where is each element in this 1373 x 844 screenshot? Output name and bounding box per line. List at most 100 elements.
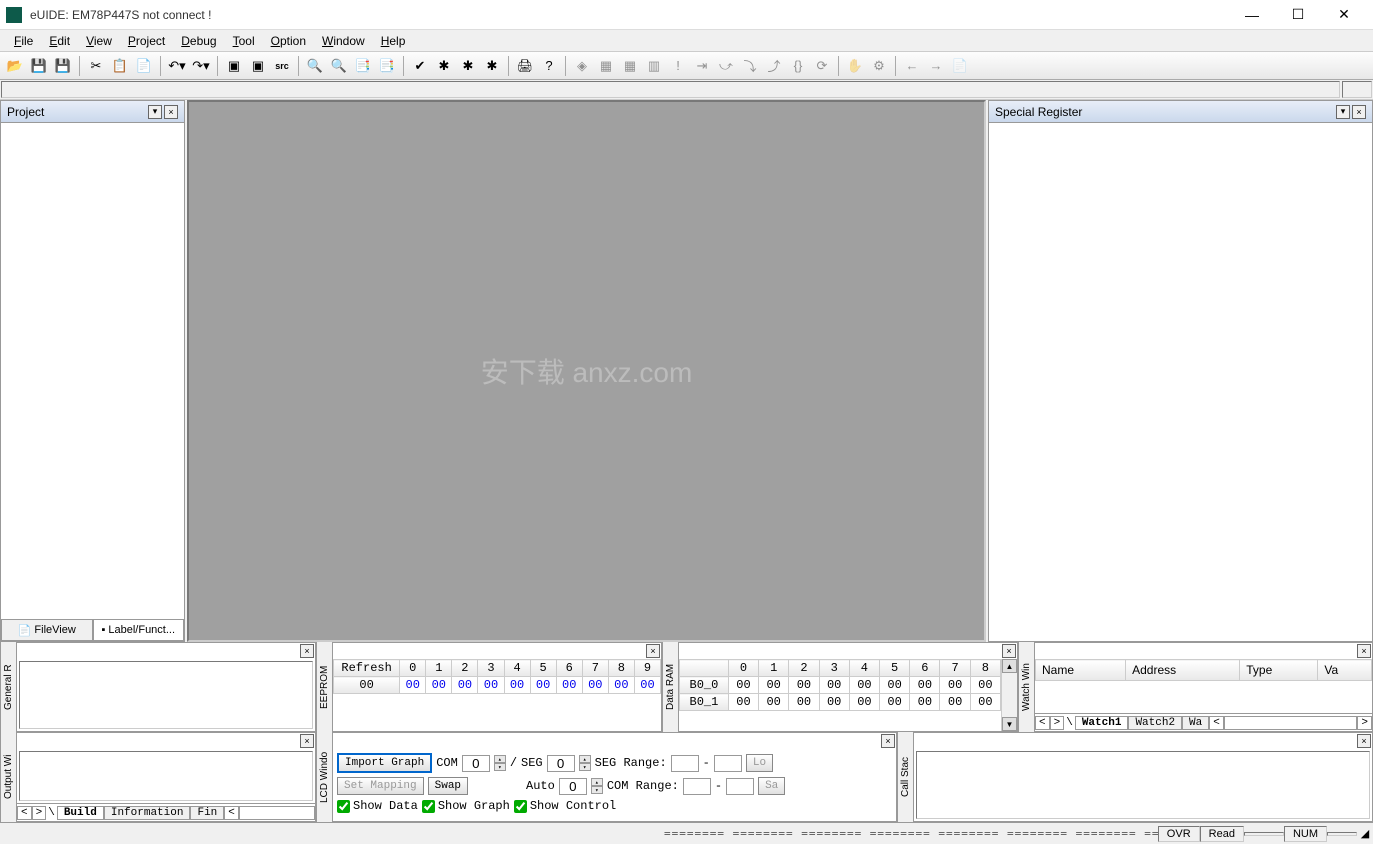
menu-option[interactable]: Option [265, 32, 312, 50]
save-all-icon[interactable]: 💾 [52, 55, 74, 77]
find-icon[interactable]: 🔍 [304, 55, 326, 77]
refresh-button[interactable]: Refresh [334, 660, 400, 677]
scroll-left-icon[interactable]: < [1209, 716, 1224, 730]
tab-fin[interactable]: Fin [190, 806, 224, 820]
paste-icon[interactable]: 📄 [133, 55, 155, 77]
menu-edit[interactable]: Edit [43, 32, 76, 50]
show-control-checkbox[interactable]: Show Control [514, 799, 616, 813]
tab-information[interactable]: Information [104, 806, 191, 820]
menu-tool[interactable]: Tool [227, 32, 261, 50]
stepinto-icon[interactable]: ⤵ [739, 55, 761, 77]
print-icon[interactable]: 🖨 [514, 55, 536, 77]
bookmark2-icon[interactable]: 📑 [376, 55, 398, 77]
undo-icon[interactable]: ↶▾ [166, 55, 188, 77]
open-icon[interactable]: 📂 [4, 55, 26, 77]
dropdown-icon[interactable]: ▾ [148, 105, 162, 119]
find-next-icon[interactable]: 🔍 [328, 55, 350, 77]
show-data-checkbox[interactable]: Show Data [337, 799, 418, 813]
stop-build-icon[interactable]: ▥ [643, 55, 665, 77]
close-icon[interactable]: × [1352, 105, 1366, 119]
runto-icon[interactable]: {} [787, 55, 809, 77]
exc-icon[interactable]: ! [667, 55, 689, 77]
forward-icon[interactable]: → [925, 55, 947, 77]
reset-icon[interactable]: ⟳ [811, 55, 833, 77]
close-icon[interactable]: × [1357, 644, 1371, 658]
auto-input[interactable] [559, 778, 587, 795]
close-icon[interactable]: × [1002, 644, 1016, 658]
spin-down-icon[interactable]: ▾ [579, 763, 591, 771]
window1-icon[interactable]: ▣ [223, 55, 245, 77]
tab-labelfunc[interactable]: ▪ Label/Funct... [93, 620, 185, 641]
bp1-icon[interactable]: ✔ [409, 55, 431, 77]
help-icon[interactable]: ? [538, 55, 560, 77]
dropdown-icon[interactable]: ▾ [1336, 105, 1350, 119]
com-input[interactable] [462, 755, 490, 772]
comrange-from-input[interactable] [683, 778, 711, 795]
spin-down-icon[interactable]: ▾ [494, 763, 506, 771]
tab-watch2[interactable]: Watch2 [1128, 716, 1182, 730]
lo-button[interactable]: Lo [746, 754, 773, 772]
go-icon[interactable]: ⇥ [691, 55, 713, 77]
doc-icon[interactable]: 📄 [949, 55, 971, 77]
compile-icon[interactable]: ▦ [595, 55, 617, 77]
hand-icon[interactable]: ✋ [844, 55, 866, 77]
build-icon[interactable]: ◈ [571, 55, 593, 77]
scroll-left-icon[interactable]: < [224, 806, 239, 820]
menu-debug[interactable]: Debug [175, 32, 222, 50]
comrange-to-input[interactable] [726, 778, 754, 795]
show-graph-checkbox[interactable]: Show Graph [422, 799, 510, 813]
nav-left-icon[interactable]: < [1035, 716, 1050, 730]
import-graph-button[interactable]: Import Graph [337, 753, 432, 773]
tab-build[interactable]: Build [57, 806, 104, 820]
menu-view[interactable]: View [80, 32, 118, 50]
nav-right-icon[interactable]: > [32, 806, 47, 820]
menu-project[interactable]: Project [122, 32, 171, 50]
nav-right-icon[interactable]: > [1050, 716, 1065, 730]
menu-window[interactable]: Window [316, 32, 371, 50]
bookmark-icon[interactable]: 📑 [352, 55, 374, 77]
close-icon[interactable]: × [1357, 734, 1371, 748]
src-icon[interactable]: src [271, 55, 293, 77]
redo-icon[interactable]: ↷▾ [190, 55, 212, 77]
tab-watch3[interactable]: Wa [1182, 716, 1209, 730]
close-icon[interactable]: × [646, 644, 660, 658]
scroll-right-icon[interactable]: > [1357, 716, 1372, 730]
menu-file[interactable]: File [8, 32, 39, 50]
close-icon[interactable]: × [881, 734, 895, 748]
menu-help[interactable]: Help [375, 32, 412, 50]
minimize-button[interactable]: — [1229, 0, 1275, 30]
nav-left-icon[interactable]: < [17, 806, 32, 820]
spin-up-icon[interactable]: ▴ [579, 755, 591, 763]
address-field[interactable] [1, 81, 1340, 98]
segrange-to-input[interactable] [714, 755, 742, 772]
seg-input[interactable] [547, 755, 575, 772]
copy-icon[interactable]: 📋 [109, 55, 131, 77]
spin-up-icon[interactable]: ▴ [591, 778, 603, 786]
set-mapping-button[interactable]: Set Mapping [337, 777, 424, 795]
window2-icon[interactable]: ▣ [247, 55, 269, 77]
bp2-icon[interactable]: ✱ [433, 55, 455, 77]
stepover-icon[interactable]: ⤻ [715, 55, 737, 77]
back-icon[interactable]: ← [901, 55, 923, 77]
swap-button[interactable]: Swap [428, 777, 468, 795]
close-icon[interactable]: × [164, 105, 178, 119]
segrange-from-input[interactable] [671, 755, 699, 772]
bp4-icon[interactable]: ✱ [481, 55, 503, 77]
save-icon[interactable]: 💾 [28, 55, 50, 77]
spin-down-icon[interactable]: ▾ [591, 786, 603, 794]
stepout-icon[interactable]: ⤴ [763, 55, 785, 77]
tab-fileview[interactable]: 📄 FileView [1, 620, 93, 641]
rebuild-icon[interactable]: ▦ [619, 55, 641, 77]
scrollbar[interactable] [333, 715, 661, 731]
cpu-icon[interactable]: ⚙ [868, 55, 890, 77]
maximize-button[interactable]: ☐ [1275, 0, 1321, 30]
sa-button[interactable]: Sa [758, 777, 785, 795]
bp3-icon[interactable]: ✱ [457, 55, 479, 77]
cut-icon[interactable]: ✂ [85, 55, 107, 77]
close-button[interactable]: ✕ [1321, 0, 1367, 30]
spin-up-icon[interactable]: ▴ [494, 755, 506, 763]
tab-watch1[interactable]: Watch1 [1075, 716, 1129, 730]
scrollbar[interactable] [679, 715, 1017, 731]
close-icon[interactable]: × [300, 644, 314, 658]
close-icon[interactable]: × [300, 734, 314, 748]
